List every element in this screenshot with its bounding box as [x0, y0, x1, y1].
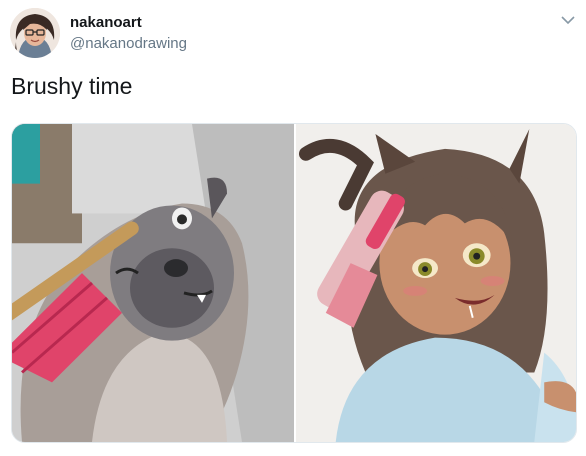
tweet: nakanoart @nakanodrawing Brushy time — [0, 0, 586, 456]
tweet-menu-button[interactable] — [560, 12, 576, 28]
media-photo-left[interactable] — [12, 124, 294, 442]
display-name[interactable]: nakanoart — [70, 13, 187, 32]
media-photo-right[interactable] — [296, 124, 576, 442]
anime-girl-being-brushed-drawing — [296, 124, 576, 442]
author-names: nakanoart @nakanodrawing — [70, 13, 187, 53]
tweet-text: Brushy time — [11, 73, 133, 99]
chevron-down-icon — [561, 15, 575, 24]
cat-being-brushed-photo — [12, 124, 294, 442]
avatar-drawing-icon — [10, 8, 60, 58]
media-grid — [11, 123, 577, 443]
handle[interactable]: @nakanodrawing — [70, 34, 187, 53]
avatar[interactable] — [10, 8, 60, 58]
